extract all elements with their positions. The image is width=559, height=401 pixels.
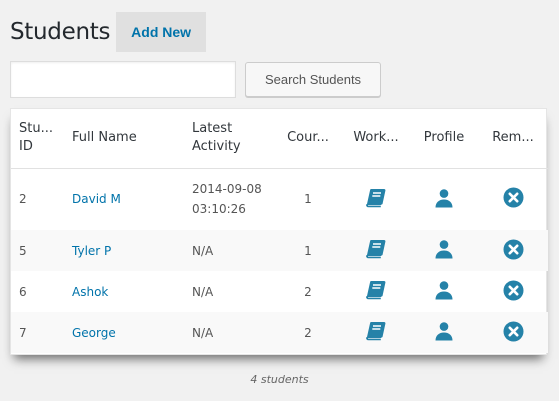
student-name-cell: Tyler P (64, 230, 184, 271)
student-id-cell: 7 (11, 312, 64, 353)
courses-cell: 1 (274, 230, 342, 271)
remove-cell (478, 230, 548, 271)
courses-cell: 1 (304, 192, 312, 207)
search-input[interactable] (10, 61, 236, 98)
user-icon[interactable] (434, 239, 454, 262)
courses-cell: 2 (274, 312, 342, 353)
student-name-link[interactable]: George (72, 326, 116, 340)
user-icon[interactable] (434, 321, 454, 344)
student-id-cell: 2 (19, 192, 27, 207)
user-icon[interactable] (434, 188, 454, 211)
remove-cell (478, 168, 548, 230)
student-name-cell: David M (64, 168, 184, 230)
profile-cell (410, 230, 478, 271)
courses-cell: 2 (304, 284, 312, 299)
column-header-profile[interactable]: Profile (410, 109, 478, 169)
remove-cell (478, 271, 548, 312)
student-name-cell: George (64, 312, 184, 353)
search-bar: Search Students (10, 61, 381, 98)
book-icon[interactable] (365, 188, 387, 211)
latest-activity-cell: N/A (184, 312, 274, 353)
profile-cell (410, 312, 478, 353)
table-row: 5 Tyler P N/A 1 (11, 230, 548, 271)
user-icon[interactable] (434, 280, 454, 303)
student-id-cell: 6 (19, 284, 27, 299)
page-header: Students Add New (10, 12, 207, 52)
table-header-row: Stu... ID Full Name Latest Activity Cour..… (11, 109, 548, 169)
table-row: 2 David M 2014-09-08 03:10:26 1 (11, 168, 548, 230)
search-students-button[interactable]: Search Students (245, 62, 381, 97)
remove-circle-icon[interactable] (503, 187, 524, 211)
student-name-cell: Ashok (64, 271, 184, 312)
remove-circle-icon[interactable] (503, 239, 524, 263)
table-row: 6 Ashok N/A 2 (11, 271, 548, 312)
book-icon[interactable] (365, 280, 387, 303)
student-count: 4 students (250, 373, 309, 386)
student-id-cell: 5 (11, 230, 64, 271)
remove-cell (478, 312, 548, 353)
column-header-courses[interactable]: Cour... (274, 109, 342, 169)
remove-circle-icon[interactable] (503, 280, 524, 304)
book-icon[interactable] (365, 239, 387, 262)
page-title: Students (10, 19, 111, 45)
latest-activity-cell: N/A (192, 284, 214, 299)
column-header-work[interactable]: Work... (342, 109, 410, 169)
profile-cell (410, 271, 478, 312)
book-icon[interactable] (365, 321, 387, 344)
remove-circle-icon[interactable] (503, 321, 524, 345)
table-row: 7 George N/A 2 (11, 312, 548, 353)
column-header-id[interactable]: Stu... ID (11, 109, 64, 169)
column-header-full-name[interactable]: Full Name (64, 109, 184, 169)
student-name-link[interactable]: Tyler P (72, 244, 111, 258)
work-cell (342, 230, 410, 271)
student-name-link[interactable]: David M (72, 192, 121, 206)
students-table: Stu... ID Full Name Latest Activity Cour..… (10, 108, 548, 355)
student-name-link[interactable]: Ashok (72, 285, 108, 299)
work-cell (342, 312, 410, 353)
work-cell (342, 168, 410, 230)
column-header-remove[interactable]: Rem... (478, 109, 548, 169)
add-new-button[interactable]: Add New (116, 12, 207, 52)
profile-cell (410, 168, 478, 230)
work-cell (342, 271, 410, 312)
latest-activity-cell: N/A (184, 230, 274, 271)
column-header-latest-activity[interactable]: Latest Activity (184, 109, 274, 169)
latest-activity-cell: 2014-09-08 03:10:26 (192, 182, 262, 217)
